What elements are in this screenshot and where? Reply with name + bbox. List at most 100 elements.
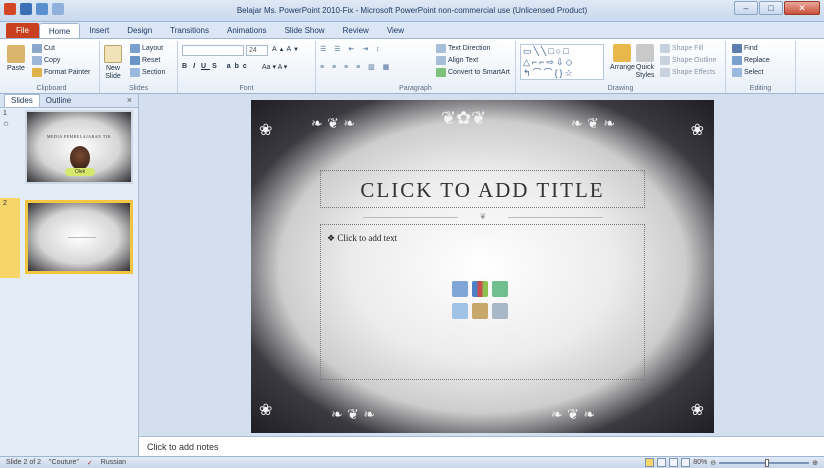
insert-content-icons [452,281,514,321]
zoom-in-icon[interactable]: ⊕ [812,459,818,467]
align-buttons[interactable]: ≡ ≡ ≡ ≡ ▥ ▦ [320,63,392,71]
shapes-gallery[interactable]: ▭╲╲□○□ △⌐⌐⇨⇩◇ ↰⌒⌒{}☆ [520,44,604,80]
close-button[interactable]: ✕ [784,1,820,15]
tab-home[interactable]: Home [38,23,81,38]
font-color-icon[interactable]: Aa ▾ A ▾ [262,63,287,71]
copy-button[interactable]: Copy [32,56,60,65]
tab-slides[interactable]: Slides [4,94,40,107]
new-slide-button[interactable]: New Slide [103,45,123,81]
paste-icon [7,45,25,63]
powerpoint-icon[interactable] [4,3,16,15]
zoom-slider-thumb[interactable] [765,458,770,467]
tab-outline[interactable]: Outline [40,95,77,107]
cursor-icon [732,68,742,77]
text-direction-button[interactable]: Text Direction [436,44,490,53]
ornament-icon: ❧ ❦ ❧ [551,407,596,423]
insert-smartart-icon[interactable] [492,281,508,297]
tab-file[interactable]: File [6,23,39,38]
font-format-buttons[interactable]: B I U S abc [182,63,251,70]
reset-button[interactable]: Reset [130,56,160,65]
effects-icon [660,68,670,77]
tab-transitions[interactable]: Transitions [161,23,218,38]
tab-review[interactable]: Review [334,23,378,38]
insert-picture-icon[interactable] [452,303,468,319]
arrange-icon [613,44,632,62]
insert-media-icon[interactable] [492,303,508,319]
ornament-divider: ❦ [363,212,603,222]
slide-thumbnail-1[interactable]: MEDIA PEMBELAJARAN TIK Olek [25,110,133,184]
shape-outline-button[interactable]: Shape Outline [660,56,716,65]
minimize-button[interactable]: – [734,1,758,15]
text-direction-icon [436,44,446,53]
ornament-icon: ❀ [259,400,273,419]
tab-view[interactable]: View [378,23,413,38]
format-painter-button[interactable]: Format Painter [32,68,90,77]
slideshow-button[interactable] [681,458,691,467]
section-icon [130,68,140,77]
paragraph-group: ☰ ☰ ⇤ ⇥ ↕ ≡ ≡ ≡ ≡ ▥ ▦ Text Direction Ali… [316,41,516,93]
notes-placeholder: Click to add notes [147,442,219,452]
tab-insert[interactable]: Insert [80,23,118,38]
shape-effects-button[interactable]: Shape Effects [660,68,715,77]
replace-icon [732,56,742,65]
slide-editing-area: ❧ ❦ ❧ ❦✿❦ ❧ ❦ ❧ ❀ ❀ ❀ ❀ ❧ ❦ ❧ ❧ ❦ ❧ CLIC… [139,94,824,436]
slides-group: New Slide Layout Reset Section Slides [100,41,178,93]
ornament-icon: ❧ ❦ ❧ [331,407,376,423]
slides-pane: Slides Outline × 1 ✩ MEDIA PEMBELAJARAN … [0,94,139,456]
quick-styles-button[interactable]: Quick Styles [634,44,656,80]
animation-star-icon: ✩ [3,121,9,128]
redo-icon[interactable] [52,3,64,15]
select-button[interactable]: Select [732,68,763,77]
slide-thumbnail-2[interactable] [25,200,133,274]
align-text-button[interactable]: Align Text [436,56,478,65]
binoculars-icon [732,44,742,53]
notes-pane[interactable]: Click to add notes [139,436,824,456]
grow-font-icon[interactable]: A ▲ A ▼ [272,46,299,53]
tab-animations[interactable]: Animations [218,23,276,38]
reading-view-button[interactable] [669,458,679,467]
tab-design[interactable]: Design [118,23,161,38]
arrange-button[interactable]: Arrange [610,44,635,71]
insert-table-icon[interactable] [452,281,468,297]
title-placeholder[interactable]: CLICK TO ADD TITLE [320,170,645,208]
quick-styles-icon [636,44,654,62]
find-button[interactable]: Find [732,44,758,53]
zoom-slider[interactable] [719,458,810,467]
zoom-level[interactable]: 80% [693,459,707,466]
slide-counter: Slide 2 of 2 [6,459,42,466]
insert-chart-icon[interactable] [472,281,488,297]
clipboard-group: Paste Cut Copy Format Painter Clipboard [4,41,100,93]
close-icon[interactable]: × [127,95,132,105]
convert-smartart-button[interactable]: Convert to SmartArt [436,68,510,77]
slide-thumbnail-row[interactable]: 1 ✩ MEDIA PEMBELAJARAN TIK Olek [0,108,139,188]
content-placeholder[interactable]: ❖ Click to add text [320,224,645,380]
shape-fill-button[interactable]: Shape Fill [660,44,703,53]
outline-icon [660,56,670,65]
list-buttons[interactable]: ☰ ☰ ⇤ ⇥ ↕ [320,45,383,53]
slide-canvas[interactable]: ❧ ❦ ❧ ❦✿❦ ❧ ❦ ❧ ❀ ❀ ❀ ❀ ❧ ❦ ❧ ❧ ❦ ❧ CLIC… [251,100,714,433]
slide-thumbnail-row[interactable]: 2 [0,198,139,278]
reset-icon [130,56,140,65]
font-name-box[interactable] [182,45,244,56]
section-button[interactable]: Section [130,68,165,77]
ornament-icon: ❀ [690,120,704,139]
maximize-button[interactable]: □ [759,1,783,15]
tab-slide-show[interactable]: Slide Show [276,23,334,38]
undo-icon[interactable] [36,3,48,15]
language-label[interactable]: Russian [101,459,126,467]
save-icon[interactable] [20,3,32,15]
slide-sorter-button[interactable] [657,458,667,467]
drawing-group: ▭╲╲□○□ △⌐⌐⇨⇩◇ ↰⌒⌒{}☆ Arrange Quick Styles … [516,41,726,93]
font-size-box[interactable]: 24 [246,45,268,56]
zoom-out-icon[interactable]: ⊖ [710,459,716,467]
cut-button[interactable]: Cut [32,44,55,53]
spellcheck-icon[interactable]: ✓ [87,459,93,467]
insert-clipart-icon[interactable] [472,303,488,319]
layout-button[interactable]: Layout [130,44,163,53]
ornament-icon: ❀ [690,400,704,419]
paste-button[interactable]: Paste [7,45,25,72]
normal-view-button[interactable] [645,458,655,467]
ribbon-tabs: File Home Insert Design Transitions Anim… [0,22,824,38]
selection-highlight [0,198,20,278]
replace-button[interactable]: Replace [732,56,770,65]
